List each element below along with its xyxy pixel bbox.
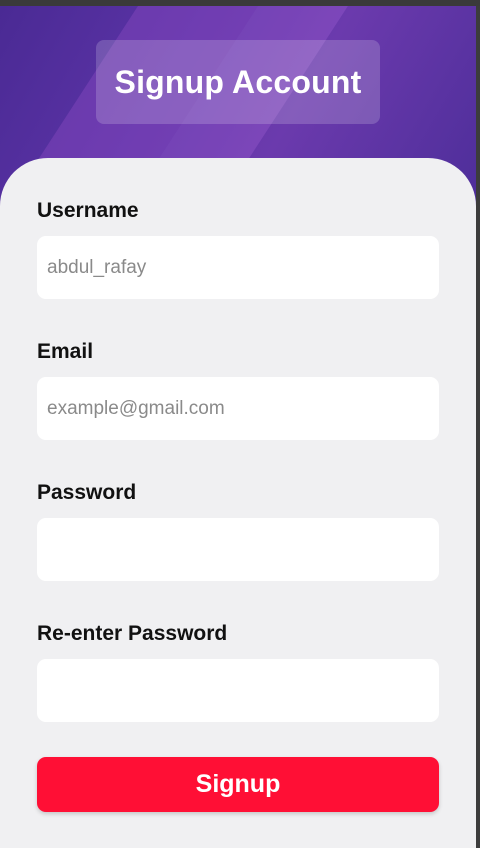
scroll-edge	[476, 6, 480, 848]
email-label: Email	[37, 340, 94, 363]
password-label: Password	[37, 481, 137, 504]
email-input[interactable]	[37, 377, 439, 440]
username-input[interactable]	[37, 236, 439, 299]
reenter-password-input[interactable]	[37, 659, 439, 722]
title-box: Signup Account	[96, 40, 380, 124]
password-input[interactable]	[37, 518, 439, 581]
signup-button[interactable]: Signup	[37, 757, 439, 812]
signup-form-card: Username Email Password Re-enter Passwor…	[0, 158, 476, 848]
username-label: Username	[37, 199, 139, 222]
reenter-password-label: Re-enter Password	[37, 622, 228, 645]
page-title: Signup Account	[114, 63, 362, 100]
